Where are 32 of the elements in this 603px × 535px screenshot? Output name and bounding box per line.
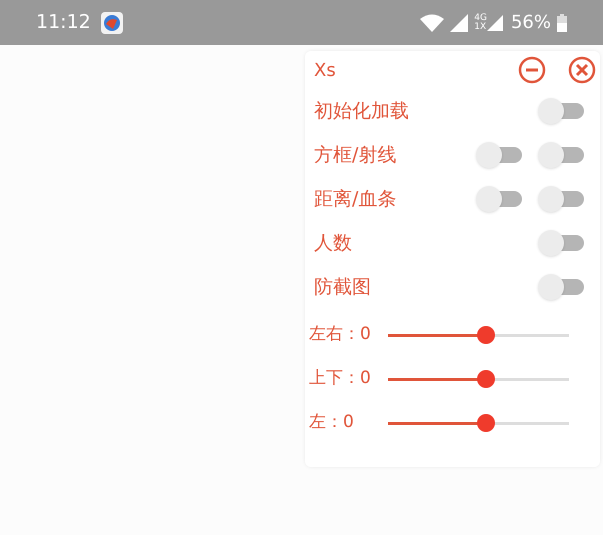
close-icon: [568, 56, 596, 84]
toggle-label: 初始化加载: [314, 98, 410, 124]
toggle-switch[interactable]: [538, 274, 586, 300]
minus-circle-icon: [518, 56, 546, 84]
toggle-switch[interactable]: [476, 186, 524, 212]
slider-thumb[interactable]: [476, 370, 495, 388]
network-type: 4G: [474, 14, 487, 22]
toggle-switch[interactable]: [538, 98, 586, 124]
app-icon: [100, 12, 123, 34]
signal-icon: [486, 14, 503, 30]
slider-thumb[interactable]: [476, 326, 495, 344]
toggle-label: 人数: [314, 230, 353, 256]
close-button[interactable]: [567, 55, 597, 85]
slider-thumb[interactable]: [476, 414, 495, 432]
slider-label: 上下：0: [309, 367, 372, 390]
minimize-button[interactable]: [517, 55, 547, 85]
toggle-switch[interactable]: [538, 230, 586, 256]
wifi-icon: [420, 14, 444, 32]
signal-icon: [450, 14, 468, 32]
battery-icon: [557, 14, 567, 32]
toggle-label: 防截图: [314, 274, 372, 300]
slider-label: 左右：0: [309, 323, 372, 346]
battery-percent: 56%: [510, 11, 551, 35]
toggle-switch[interactable]: [538, 142, 586, 168]
network-type: 1X: [474, 22, 487, 32]
toggle-label: 方框/射线: [314, 142, 398, 168]
slider-label: 左：0: [309, 411, 355, 434]
panel-title: Xs: [314, 58, 336, 82]
toggle-label: 距离/血条: [314, 186, 398, 212]
clock-time: 11:12: [36, 10, 91, 36]
toggle-switch[interactable]: [476, 142, 524, 168]
toggle-switch[interactable]: [538, 186, 586, 212]
